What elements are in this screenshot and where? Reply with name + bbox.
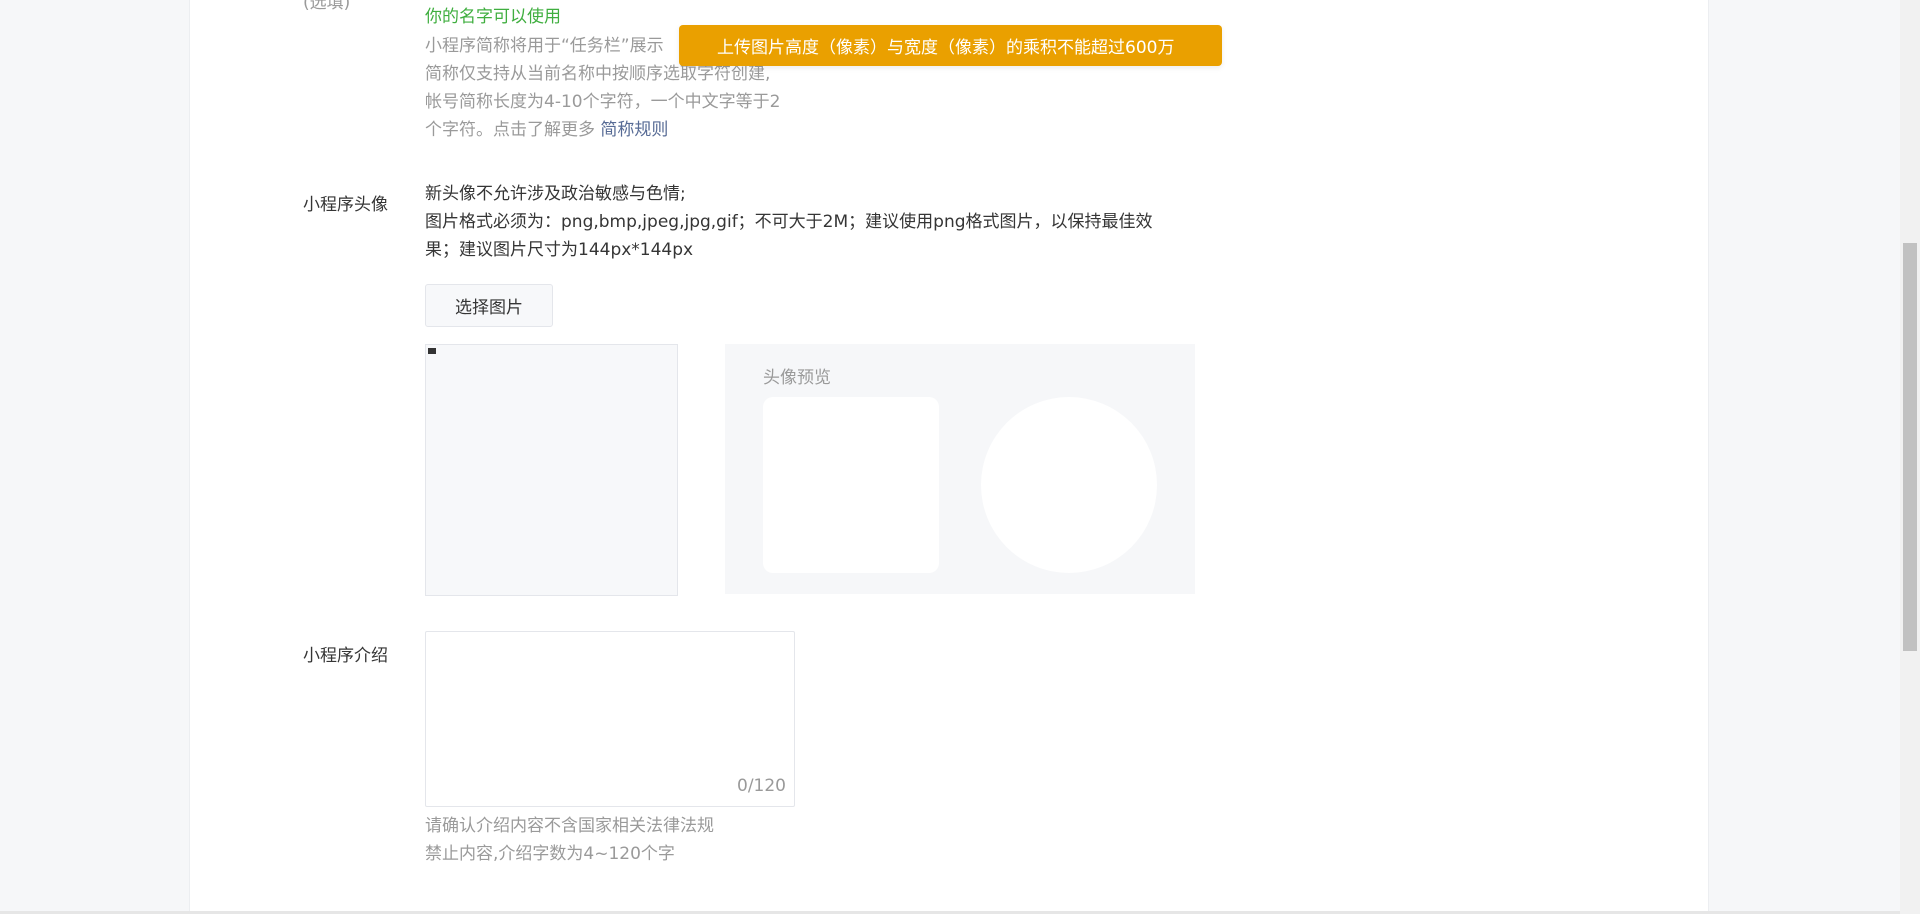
avatar-desc-line-1: 新头像不允许涉及政治敏感与色情;: [425, 184, 686, 204]
name-available-status: 你的名字可以使用: [425, 7, 561, 27]
intro-textarea[interactable]: [426, 632, 794, 772]
form-page: (选填) 你的名字可以使用 小程序简称将用于“任务栏”展示 简称仅支持从当前名称…: [189, 0, 1709, 914]
toast-message: 上传图片高度（像素）与宽度（像素）的乘积不能超过600万: [717, 38, 1175, 58]
intro-hint-line-2: 禁止内容,介绍字数为4~120个字: [425, 844, 675, 864]
short-name-rule-link[interactable]: 简称规则: [600, 120, 668, 140]
short-name-hint-text: 个字符。点击了解更多: [425, 120, 595, 140]
short-name-hint-line-1: 小程序简称将用于“任务栏”展示: [425, 36, 664, 56]
avatar-label: 小程序头像: [303, 195, 388, 215]
short-name-label: (选填): [303, 0, 351, 13]
short-name-hint-line-4: 个字符。点击了解更多 简称规则: [425, 116, 668, 144]
intro-hint-line-1: 请确认介绍内容不含国家相关法律法规: [425, 816, 714, 836]
avatar-preview-circle: [981, 397, 1157, 573]
page-scrollbar[interactable]: [1900, 0, 1920, 914]
scrollbar-thumb[interactable]: [1903, 243, 1917, 651]
avatar-desc-line-2: 图片格式必须为：png,bmp,jpeg,jpg,gif；不可大于2M；建议使用…: [425, 212, 1153, 232]
upload-error-toast: 上传图片高度（像素）与宽度（像素）的乘积不能超过600万: [679, 25, 1222, 66]
intro-label: 小程序介绍: [303, 646, 388, 666]
choose-image-button[interactable]: 选择图片: [425, 284, 553, 327]
intro-textarea-box: 0/120: [425, 631, 795, 807]
avatar-preview-panel: 头像预览: [725, 344, 1195, 594]
avatar-preview-title: 头像预览: [763, 368, 831, 388]
avatar-desc-line-3: 果；建议图片尺寸为144px*144px: [425, 240, 694, 260]
avatar-preview-square: [763, 397, 939, 573]
intro-char-counter: 0/120: [737, 776, 786, 796]
short-name-hint-line-3: 帐号简称长度为4-10个字符，一个中文字等于2: [425, 92, 781, 112]
crop-handle[interactable]: [428, 348, 436, 354]
avatar-crop-area[interactable]: [425, 344, 678, 596]
